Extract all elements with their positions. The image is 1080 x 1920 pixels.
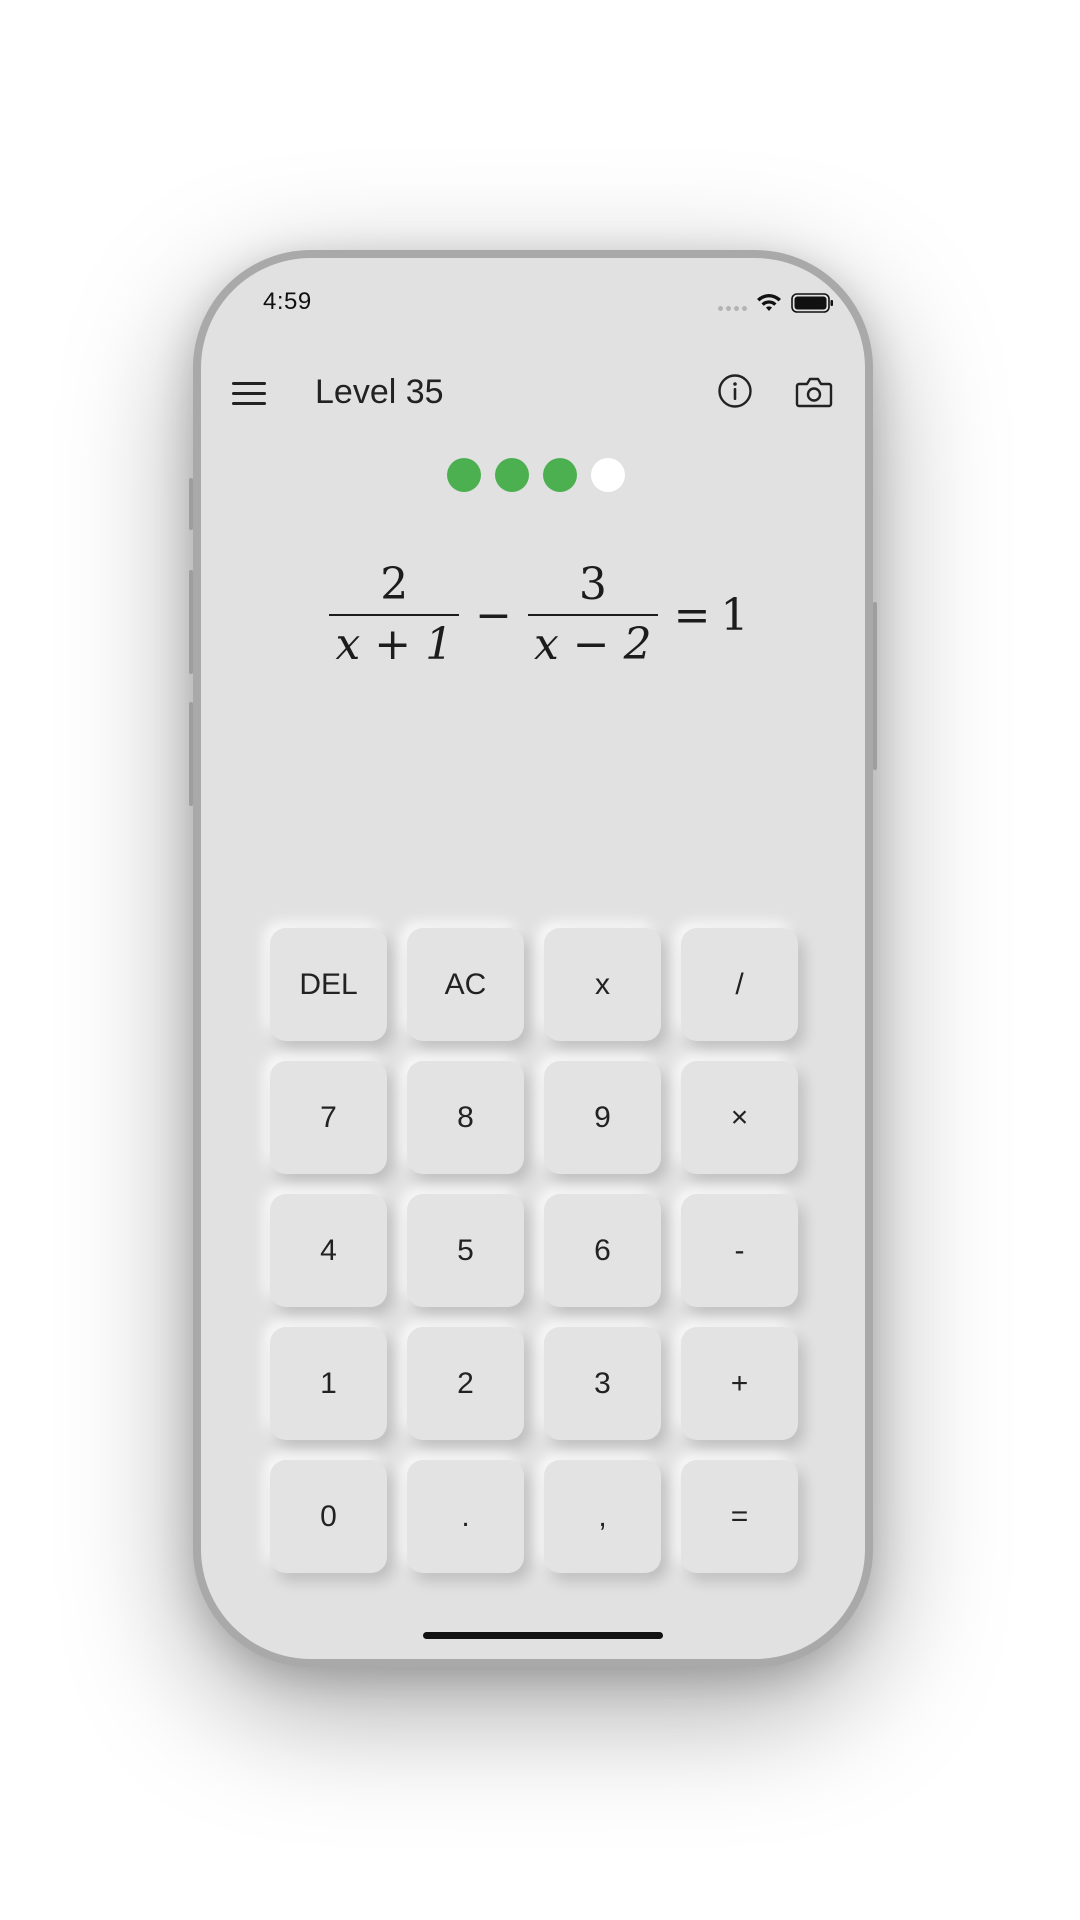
fraction-2-numerator: 3 (578, 559, 607, 610)
app-header: Level 35 (201, 363, 865, 423)
phone-screen: 4:59 Level 35 2 x + 1 − 3 x − 2 = 1 DEL … (201, 258, 865, 1659)
digit-5-key[interactable]: 5 (407, 1194, 524, 1307)
battery-icon (791, 293, 833, 313)
volume-up-button (189, 570, 193, 674)
minus-key[interactable]: - (681, 1194, 798, 1307)
fraction-1-denominator: x + 1 (335, 619, 454, 670)
power-button (873, 602, 877, 770)
equation-equals-sign: = (673, 589, 711, 641)
info-icon[interactable] (717, 373, 753, 409)
volume-down-button (189, 702, 193, 806)
digit-3-key[interactable]: 3 (544, 1327, 661, 1440)
fraction-1-numerator: 2 (380, 559, 409, 610)
comma-key[interactable]: , (544, 1460, 661, 1573)
digit-4-key[interactable]: 4 (270, 1194, 387, 1307)
hamburger-menu-icon[interactable] (232, 375, 266, 411)
digit-6-key[interactable]: 6 (544, 1194, 661, 1307)
level-progress-indicator (201, 458, 865, 492)
page-title: Level 35 (315, 373, 444, 411)
screenshot-stage: 4:59 Level 35 2 x + 1 − 3 x − 2 = 1 DEL … (0, 0, 1080, 1920)
mute-switch (189, 478, 193, 530)
variable-x-key[interactable]: x (544, 928, 661, 1041)
equals-key[interactable]: = (681, 1460, 798, 1573)
digit-9-key[interactable]: 9 (544, 1061, 661, 1174)
cellular-signal-icon (718, 305, 747, 311)
decimal-point-key[interactable]: . (407, 1460, 524, 1573)
digit-1-key[interactable]: 1 (270, 1327, 387, 1440)
progress-dot-completed (543, 458, 577, 492)
phone-frame: 4:59 Level 35 2 x + 1 − 3 x − 2 = 1 DEL … (189, 250, 877, 1667)
progress-dot-completed (495, 458, 529, 492)
status-icons (718, 292, 835, 314)
fraction-term-1: 2 x + 1 (329, 559, 460, 670)
digit-7-key[interactable]: 7 (270, 1061, 387, 1174)
progress-dot-completed (447, 458, 481, 492)
equation-right-hand-side: 1 (720, 589, 749, 641)
keypad: DEL AC x/ 7 8 9 × 4 5 6- 1 2 3 +0., = (270, 928, 800, 1573)
delete-key[interactable]: DEL (270, 928, 387, 1041)
camera-icon[interactable] (795, 375, 833, 409)
digit-2-key[interactable]: 2 (407, 1327, 524, 1440)
equation: 2 x + 1 − 3 x − 2 = 1 (201, 560, 865, 670)
fraction-term-2: 3 x − 2 (528, 560, 658, 670)
fraction-2-denominator: x − 2 (534, 619, 652, 670)
digit-0-key[interactable]: 0 (270, 1460, 387, 1573)
multiply-key[interactable]: × (681, 1061, 798, 1174)
wifi-icon (757, 294, 781, 311)
digit-8-key[interactable]: 8 (407, 1061, 524, 1174)
progress-dot-remaining (591, 458, 625, 492)
all-clear-key[interactable]: AC (407, 928, 524, 1041)
plus-key[interactable]: + (681, 1327, 798, 1440)
status-time: 4:59 (263, 288, 312, 315)
divide-key[interactable]: / (681, 928, 798, 1041)
equation-operator: − (475, 589, 512, 641)
home-indicator[interactable] (423, 1632, 663, 1639)
